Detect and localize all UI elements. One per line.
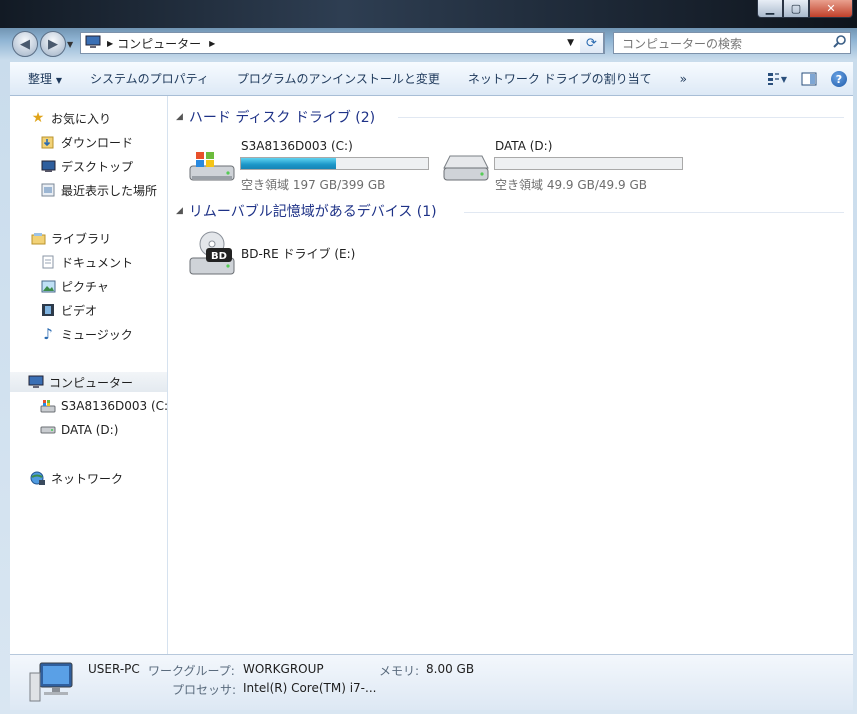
minimize-icon: ▁ [765, 2, 775, 15]
details-pane: USER-PC ワークグループ: WORKGROUP メモリ: 8.00 GB … [10, 654, 853, 710]
downloads-folder-icon [40, 134, 56, 150]
computer-icon [28, 374, 44, 390]
drive-c-usage-fill [241, 158, 337, 169]
star-icon: ★ [31, 110, 45, 126]
hard-drive-icon [40, 422, 56, 438]
drive-c-item[interactable]: S3A8136D003 (C:) 空き領域 197 GB/399 GB [184, 139, 429, 192]
memory-label: メモリ: [379, 664, 420, 678]
processor-value: Intel(R) Core(TM) i7-... [243, 681, 377, 695]
collapse-triangle-icon[interactable]: ◢ [176, 112, 183, 122]
collapse-triangle-icon[interactable]: ◢ [176, 206, 183, 216]
view-dropdown-icon: ▼ [780, 74, 787, 84]
sidebar-item-documents[interactable]: ドキュメント [40, 252, 133, 272]
address-dropdown-icon[interactable]: ▼ [567, 38, 574, 48]
forward-button[interactable]: ▶ [40, 31, 66, 57]
navigation-pane: ★ お気に入り ダウンロード デスクトップ 最近表示した場所 ライブラリ ドキュ… [10, 96, 173, 654]
sidebar-item-computer[interactable]: コンピューター [10, 372, 167, 392]
close-icon: ✕ [826, 2, 836, 15]
content-pane: ◢ ハード ディスク ドライブ (2) S3A8136D003 (C:) 空き領… [168, 96, 853, 654]
memory-value: 8.00 GB [426, 662, 475, 676]
computer-icon [28, 661, 74, 708]
network-icon [30, 470, 46, 486]
windows-drive-icon [188, 148, 236, 187]
group-header-hard-disk-drives[interactable]: ◢ ハード ディスク ドライブ (2) [176, 107, 375, 127]
recent-places-icon [40, 182, 56, 198]
map-network-drive-button[interactable]: ネットワーク ドライブの割り当て [454, 70, 666, 87]
sidebar-item-desktop[interactable]: デスクトップ [40, 156, 133, 176]
breadcrumb-computer[interactable]: コンピューター [117, 35, 201, 52]
sidebar-item-libraries[interactable]: ライブラリ [30, 228, 111, 248]
chevron-down-icon: ▼ [55, 76, 62, 85]
library-icon [30, 230, 46, 246]
computer-icon [85, 35, 101, 52]
drive-d-usage-bar [494, 157, 683, 170]
drive-c-name: S3A8136D003 (C:) [241, 139, 353, 153]
group-divider [398, 117, 844, 118]
navigation-bar: ◀ ▶ ▼ ▶ コンピューター ▶ ▼ ⟳ [0, 28, 857, 60]
music-note-icon: ♪ [43, 325, 53, 343]
preview-pane-icon [801, 72, 817, 86]
group-divider [464, 212, 844, 213]
drive-d-name: DATA (D:) [495, 139, 553, 153]
search-icon[interactable] [833, 35, 846, 52]
help-icon: ? [835, 72, 843, 86]
sidebar-item-drive-c[interactable]: S3A8136D003 (C:) [40, 396, 173, 416]
more-commands-button[interactable]: » [666, 72, 701, 86]
sidebar-item-downloads[interactable]: ダウンロード [40, 132, 133, 152]
organize-button[interactable]: 整理 ▼ [10, 70, 76, 87]
command-bar: 整理 ▼ システムのプロパティ プログラムのアンインストールと変更 ネットワーク… [10, 62, 853, 96]
workgroup-value: WORKGROUP [243, 662, 324, 676]
maximize-button[interactable]: ▢ [783, 0, 809, 18]
back-button[interactable]: ◀ [12, 31, 38, 57]
sidebar-item-favorites[interactable]: ★ お気に入り [30, 108, 111, 128]
workgroup-label: ワークグループ: [148, 664, 235, 678]
sidebar-item-music[interactable]: ♪ ミュージック [40, 324, 133, 344]
refresh-icon: ⟳ [586, 35, 597, 51]
drive-e-item[interactable]: BD BD-RE ドライブ (E:) [184, 228, 384, 278]
recent-pages-chevron-icon[interactable]: ▼ [67, 40, 73, 49]
bd-drive-icon: BD [188, 230, 236, 281]
search-input[interactable] [620, 34, 834, 54]
desktop-icon [40, 158, 56, 174]
uninstall-program-button[interactable]: プログラムのアンインストールと変更 [223, 70, 454, 87]
help-button[interactable]: ? [831, 71, 847, 87]
close-button[interactable]: ✕ [809, 0, 853, 18]
forward-arrow-icon: ▶ [48, 36, 58, 52]
sidebar-item-videos[interactable]: ビデオ [40, 300, 97, 320]
back-arrow-icon: ◀ [20, 36, 30, 52]
explorer-window: ▁ ▢ ✕ ◀ ▶ ▼ ▶ コンピューター ▶ ▼ ⟳ 整理 ▼ システムのプロ… [0, 0, 857, 714]
sidebar-item-pictures[interactable]: ピクチャ [40, 276, 109, 296]
drive-c-usage-bar [240, 157, 429, 170]
change-view-button[interactable]: ▼ [767, 69, 787, 89]
address-bar[interactable]: ▶ コンピューター ▶ ▼ [80, 32, 605, 54]
maximize-icon: ▢ [790, 2, 802, 15]
bd-badge-label: BD [211, 251, 227, 262]
view-options-icon [768, 73, 779, 85]
windows-drive-icon [40, 398, 56, 414]
drive-c-free-space: 空き領域 197 GB/399 GB [241, 178, 386, 192]
breadcrumb-separator-icon: ▶ [107, 38, 114, 48]
drive-e-name: BD-RE ドライブ (E:) [241, 247, 356, 261]
processor-label: プロセッサ: [172, 683, 237, 697]
minimize-button[interactable]: ▁ [757, 0, 783, 18]
title-bar[interactable]: ▁ ▢ ✕ [0, 0, 857, 28]
refresh-button[interactable]: ⟳ [580, 32, 604, 54]
search-box[interactable] [613, 32, 851, 54]
sidebar-item-recent-places[interactable]: 最近表示した場所 [40, 180, 157, 200]
documents-icon [40, 254, 56, 270]
drive-d-item[interactable]: DATA (D:) 空き領域 49.9 GB/49.9 GB [438, 139, 683, 192]
computer-name: USER-PC [88, 662, 140, 676]
drive-d-free-space: 空き領域 49.9 GB/49.9 GB [495, 178, 647, 192]
videos-icon [40, 302, 56, 318]
group-header-removable-storage[interactable]: ◢ リムーバブル記憶域があるデバイス (1) [176, 201, 437, 221]
sidebar-item-network[interactable]: ネットワーク [30, 468, 123, 488]
preview-pane-button[interactable] [799, 69, 819, 89]
breadcrumb-chevron-icon[interactable]: ▶ [209, 39, 215, 48]
pictures-icon [40, 278, 56, 294]
hard-drive-icon [442, 152, 490, 185]
sidebar-item-drive-d[interactable]: DATA (D:) [40, 420, 118, 440]
system-properties-button[interactable]: システムのプロパティ [76, 70, 223, 87]
